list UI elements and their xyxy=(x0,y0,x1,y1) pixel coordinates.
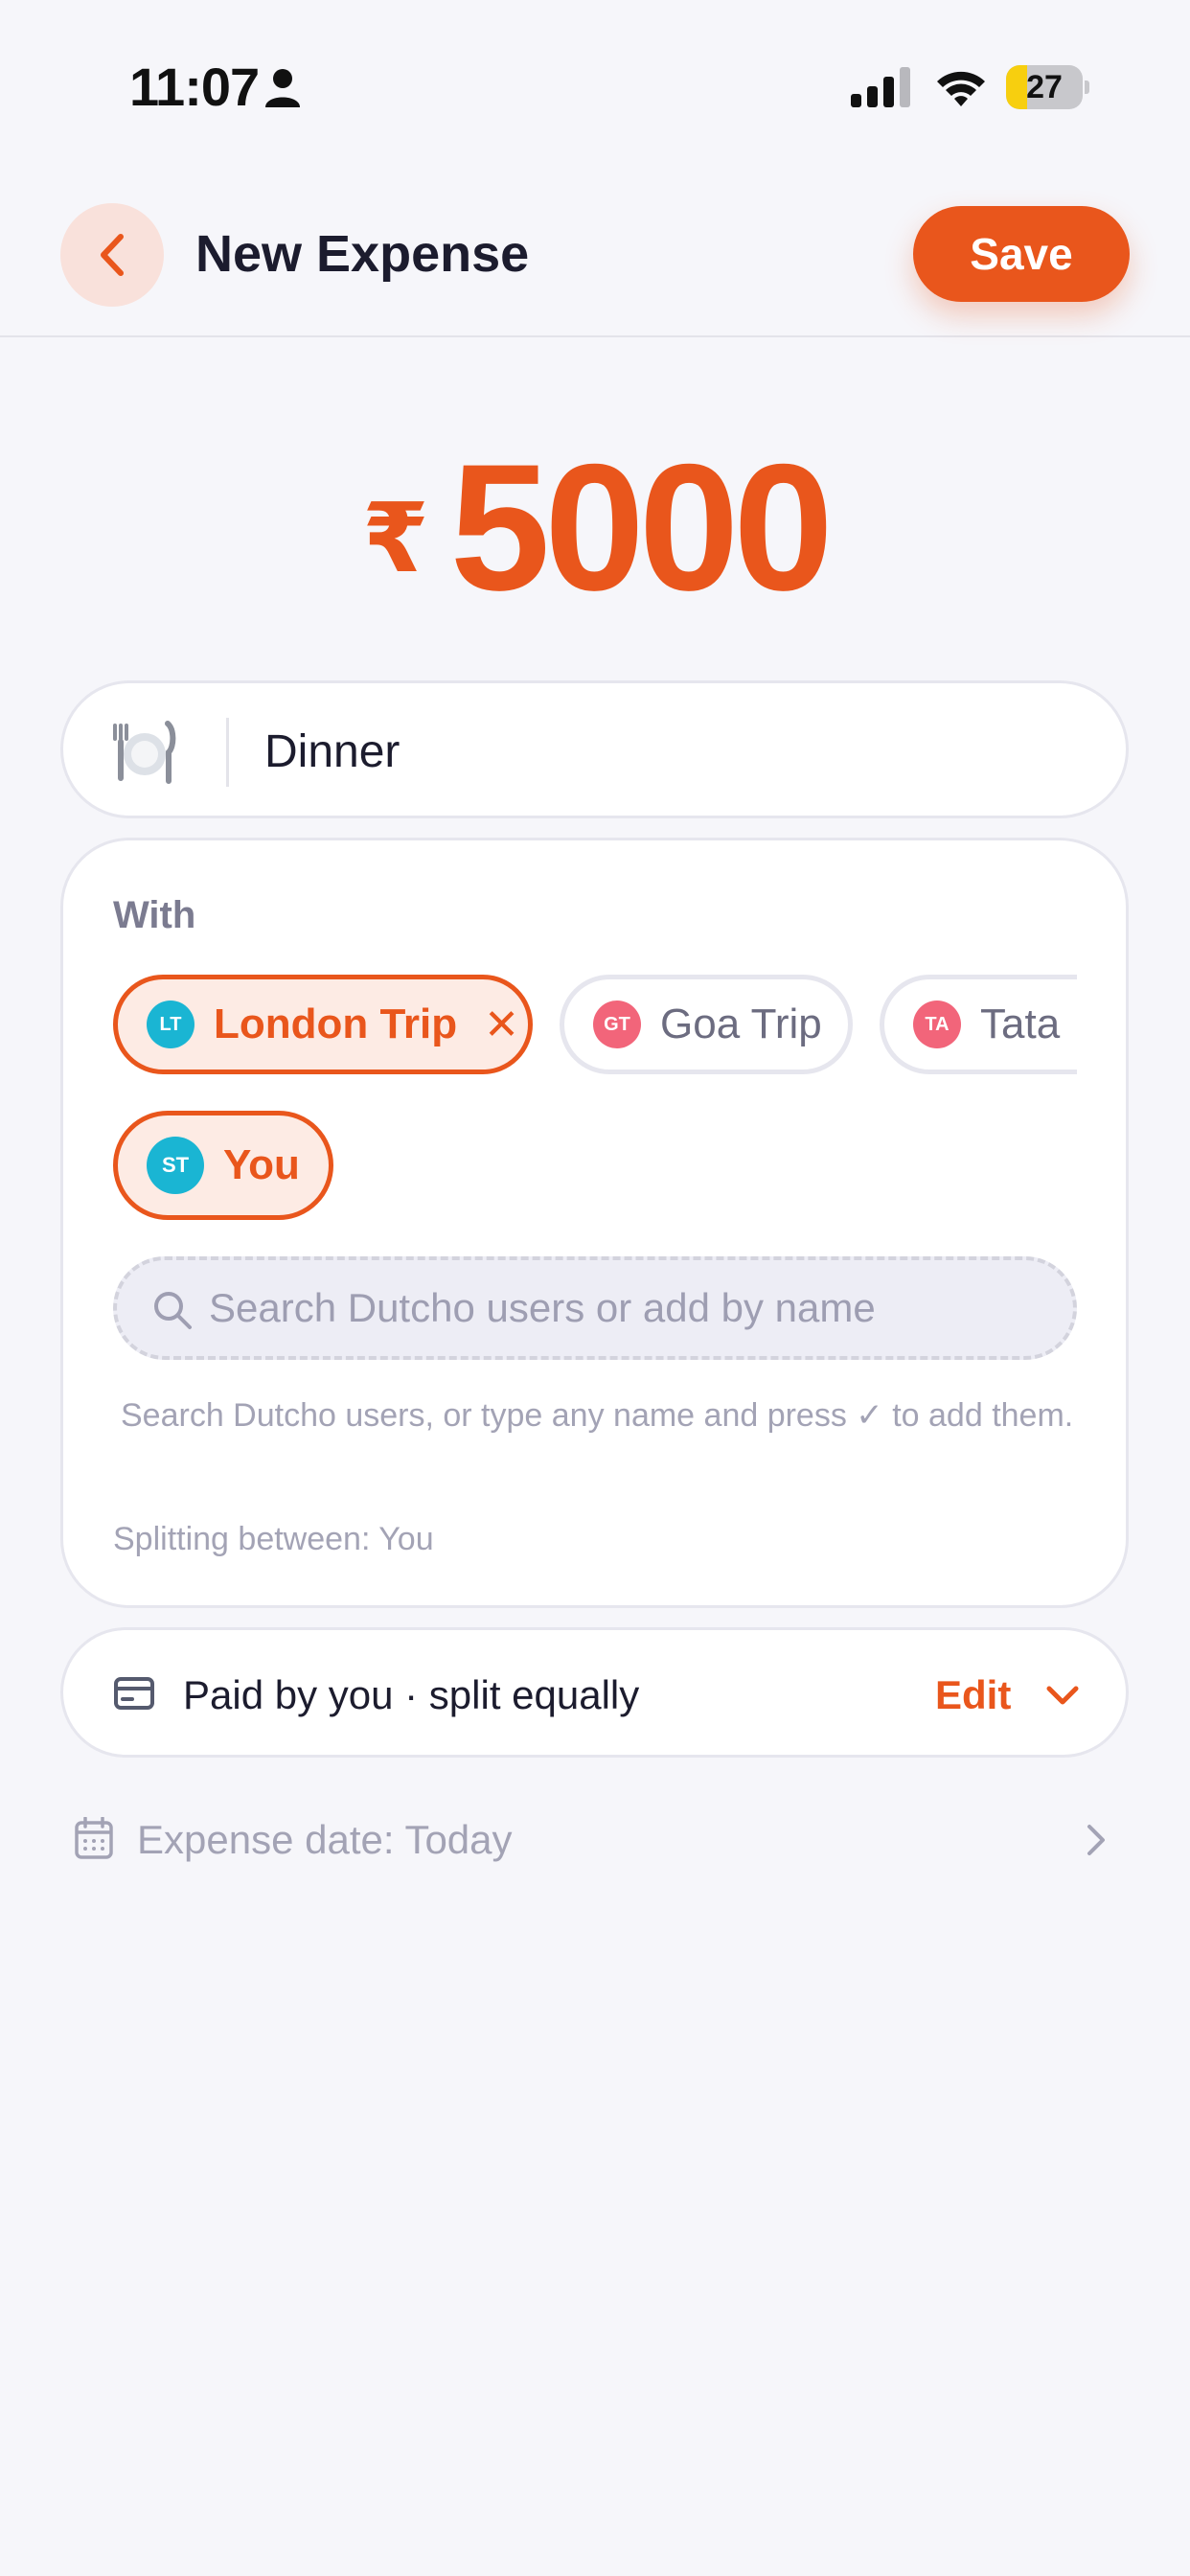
chip-tata[interactable]: TA Tata xyxy=(880,975,1077,1074)
chip-label: You xyxy=(223,1141,300,1188)
back-button[interactable] xyxy=(60,203,164,307)
battery-icon: 27 xyxy=(1006,65,1089,109)
chip-label: London Trip xyxy=(214,1000,458,1047)
description-divider xyxy=(226,718,229,787)
chip-avatar: LT xyxy=(147,1000,195,1048)
chip-london-trip[interactable]: LT London Trip ✕ xyxy=(113,975,533,1074)
chip-avatar: TA xyxy=(913,1000,961,1048)
paid-by-row[interactable]: Paid by you · split equally Edit xyxy=(60,1627,1129,1758)
chevron-left-icon xyxy=(101,234,124,276)
search-hint: Search Dutcho users, or type any name an… xyxy=(121,1397,1074,1434)
signal-icon xyxy=(851,67,910,107)
with-label: With xyxy=(113,894,196,936)
save-button[interactable]: Save xyxy=(913,206,1130,302)
wifi-icon xyxy=(937,71,985,106)
chip-avatar: GT xyxy=(593,1000,641,1048)
new-expense-screen: 11:07 27 New Expense Save ₹ 5000 Dinner … xyxy=(0,0,1190,2576)
chip-goa-trip[interactable]: GT Goa Trip xyxy=(560,975,853,1074)
expense-date-text: Expense date: Today xyxy=(137,1817,513,1862)
amount-display[interactable]: ₹ 5000 xyxy=(0,426,1190,628)
calendar-icon xyxy=(75,1817,113,1859)
edit-label: Edit xyxy=(935,1672,1012,1717)
chip-you[interactable]: ST You xyxy=(113,1111,333,1220)
chip-avatar: ST xyxy=(147,1137,204,1194)
currency-symbol: ₹ xyxy=(362,484,429,592)
header: New Expense Save xyxy=(0,144,1190,337)
search-box[interactable] xyxy=(113,1256,1077,1360)
amount-value: 5000 xyxy=(449,426,834,628)
chevron-right-icon xyxy=(1087,1825,1105,1855)
edit-split-button[interactable]: Edit xyxy=(935,1665,1080,1726)
credit-card-icon xyxy=(114,1677,154,1710)
plate-cutlery-icon[interactable] xyxy=(107,718,176,787)
page-title: New Expense xyxy=(195,225,530,283)
splitting-summary: Splitting between: You xyxy=(113,1521,434,1557)
person-icon xyxy=(265,69,300,107)
group-chip-row[interactable]: LT London Trip ✕ GT Goa Trip TA Tata xyxy=(113,975,1077,1078)
expense-date-row[interactable]: Expense date: Today xyxy=(60,1802,1129,1878)
search-input[interactable] xyxy=(209,1277,1052,1339)
status-time: 11:07 xyxy=(129,57,260,117)
battery-level: 27 xyxy=(1026,69,1063,105)
chip-label: Goa Trip xyxy=(660,1000,822,1047)
status-bar: 11:07 27 xyxy=(0,0,1190,144)
paid-by-text: Paid by you · split equally xyxy=(183,1672,640,1717)
chip-label: Tata xyxy=(980,1000,1061,1047)
with-card: With LT London Trip ✕ GT Goa Trip TA Tat… xyxy=(60,838,1129,1608)
close-icon[interactable]: ✕ xyxy=(484,1000,519,1049)
description-field[interactable]: Dinner xyxy=(60,680,1129,818)
chevron-down-icon xyxy=(1046,1686,1079,1705)
search-icon xyxy=(154,1292,192,1329)
description-value[interactable]: Dinner xyxy=(264,725,400,778)
